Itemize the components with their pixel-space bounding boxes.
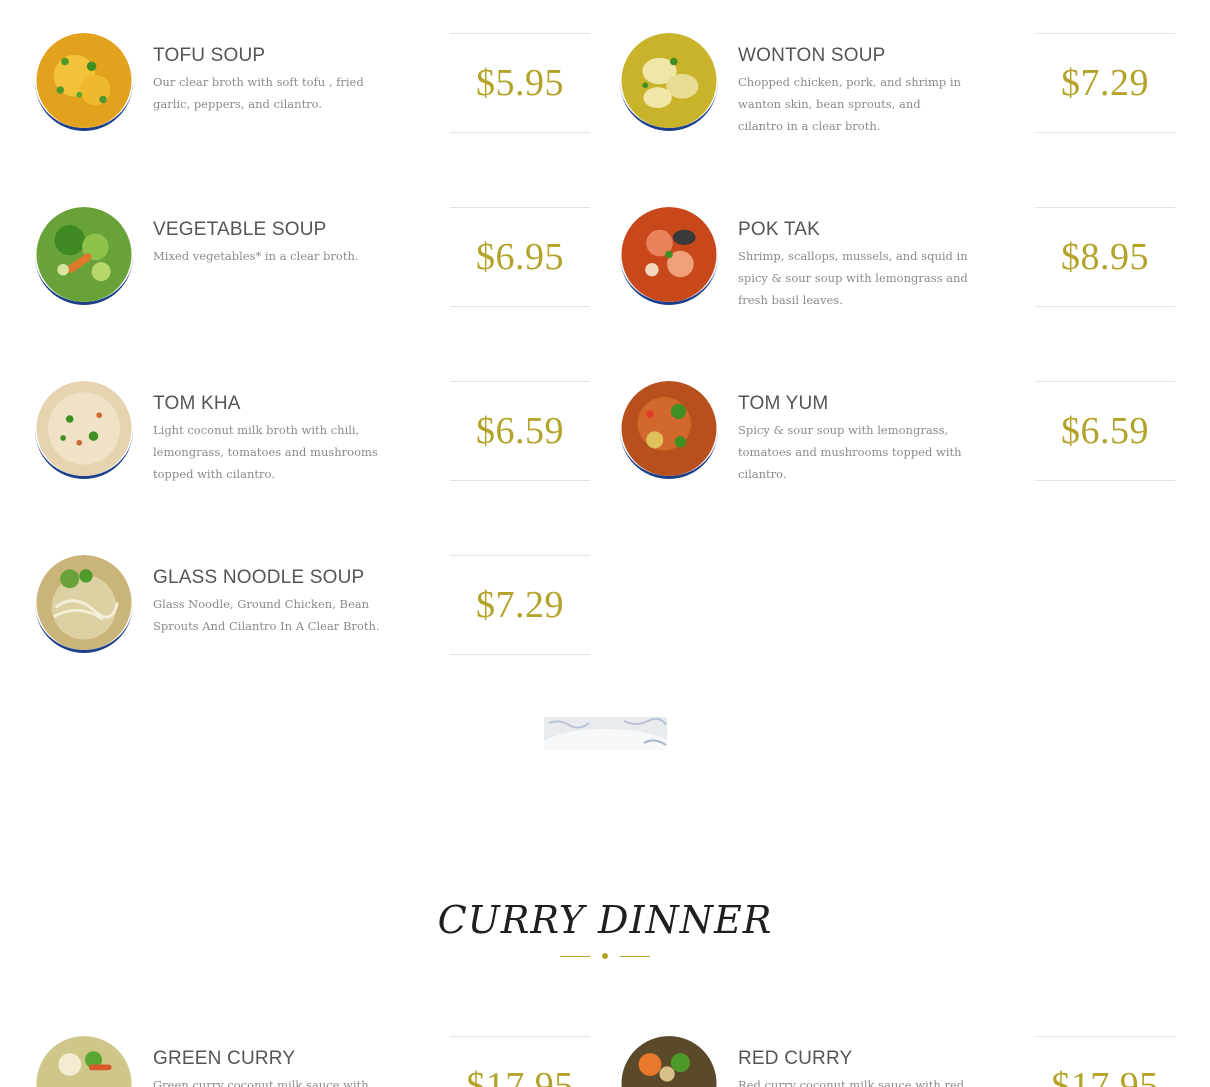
tom-kha-photo: [35, 381, 133, 479]
red-curry-photo: [620, 1036, 718, 1087]
item-description: Shrimp, scallops, mussels, and squid in …: [738, 249, 968, 307]
item-name: GREEN CURRY: [153, 1048, 296, 1069]
item-name: RED CURRY: [738, 1048, 853, 1069]
tofu-soup-photo: [35, 33, 133, 131]
price-box: $17.95: [450, 1036, 590, 1087]
menu-item-tofu-soup: TOFU SOUP Our clear broth with soft tofu…: [35, 33, 610, 133]
menu-item-tom-kha: TOM KHA Light coconut milk broth with ch…: [35, 381, 610, 481]
price-box: $6.59: [1035, 381, 1175, 481]
menu-item-tom-yum: TOM YUM Spicy & sour soup with lemongras…: [620, 381, 1195, 481]
price-box: $6.95: [450, 207, 590, 307]
price-box: $17.95: [1035, 1036, 1175, 1087]
ornament-dot: [602, 953, 608, 959]
item-price: $6.95: [476, 236, 564, 278]
item-description: Light coconut milk broth with chili, lem…: [153, 423, 378, 481]
price-box: $8.95: [1035, 207, 1175, 307]
item-description: Spicy & sour soup with lemongrass, tomat…: [738, 423, 962, 481]
item-name: TOFU SOUP: [153, 45, 266, 66]
item-description: Our clear broth with soft tofu , fried g…: [153, 75, 364, 111]
menu-item-wonton-soup: WONTON SOUP Chopped chicken, pork, and s…: [620, 33, 1195, 133]
glass-noodle-soup-photo: [35, 555, 133, 653]
decorative-plate-image: [544, 717, 667, 750]
item-name: TOM KHA: [153, 393, 241, 414]
wonton-soup-photo: [620, 33, 718, 131]
item-description: Red curry coconut milk sauce with red: [738, 1078, 965, 1087]
price-box: $5.95: [450, 33, 590, 133]
green-curry-photo: [35, 1036, 133, 1087]
item-price: $7.29: [476, 584, 564, 626]
menu-item-red-curry: RED CURRY Red curry coconut milk sauce w…: [620, 1036, 1195, 1087]
pok-tak-photo: [620, 207, 718, 305]
price-box: $6.59: [450, 381, 590, 481]
menu-item-glass-noodle-soup: GLASS NOODLE SOUP Glass Noodle, Ground C…: [35, 555, 610, 655]
item-price: $6.59: [1061, 410, 1149, 452]
item-name: TOM YUM: [738, 393, 829, 414]
menu-item-vegetable-soup: VEGETABLE SOUP Mixed vegetables* in a cl…: [35, 207, 610, 307]
tom-yum-photo: [620, 381, 718, 479]
item-price: $5.95: [476, 62, 564, 104]
menu-item-green-curry: GREEN CURRY Green curry coconut milk sau…: [35, 1036, 610, 1087]
price-box: $7.29: [1035, 33, 1175, 133]
item-description: Chopped chicken, pork, and shrimp in wan…: [738, 75, 961, 133]
menu-item-pok-tak: POK TAK Shrimp, scallops, mussels, and s…: [620, 207, 1195, 307]
item-name: WONTON SOUP: [738, 45, 886, 66]
item-name: GLASS NOODLE SOUP: [153, 567, 365, 588]
item-description: Green curry coconut milk sauce with red: [153, 1078, 369, 1087]
section-title-curry-dinner: CURRY DINNER: [437, 898, 773, 942]
price-box: $7.29: [450, 555, 590, 655]
item-name: VEGETABLE SOUP: [153, 219, 327, 240]
vegetable-soup-photo: [35, 207, 133, 305]
item-price: $6.59: [476, 410, 564, 452]
item-price: $17.95: [1051, 1065, 1159, 1087]
item-price: $7.29: [1061, 62, 1149, 104]
item-description: Glass Noodle, Ground Chicken, Bean Sprou…: [153, 597, 380, 633]
title-ornament: [560, 950, 650, 962]
item-price: $17.95: [466, 1065, 574, 1087]
item-description: Mixed vegetables* in a clear broth.: [153, 249, 359, 263]
item-name: POK TAK: [738, 219, 821, 240]
item-price: $8.95: [1061, 236, 1149, 278]
